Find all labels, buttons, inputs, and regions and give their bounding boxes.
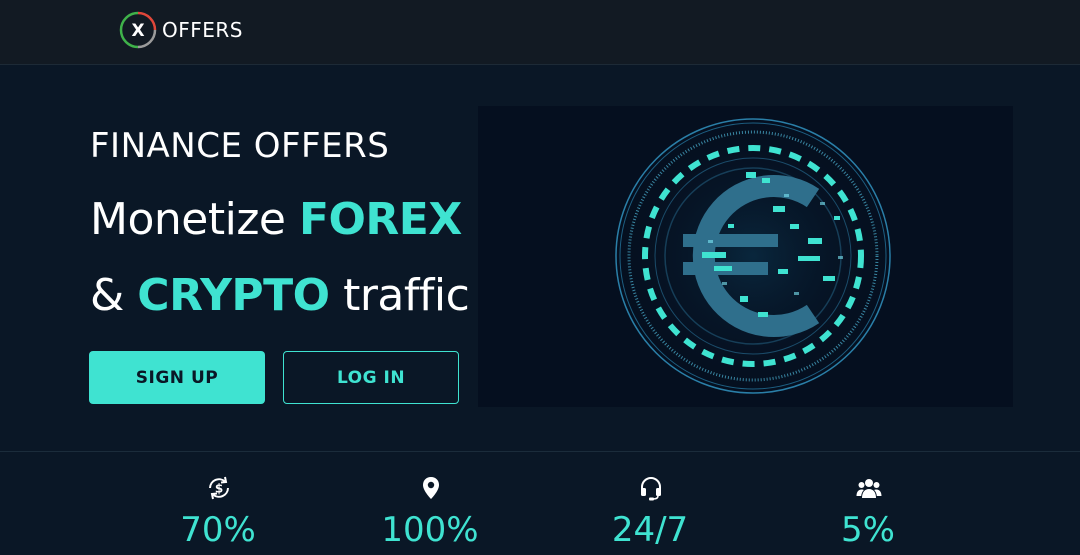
stat-value-support: 24/7: [611, 510, 689, 550]
hero-headline-line1: Monetize FOREX: [90, 194, 462, 245]
headline-traffic: traffic: [329, 270, 470, 321]
dollar-cycle-icon: $: [206, 475, 232, 501]
headline-monetize: Monetize: [90, 194, 299, 245]
hero-eyebrow: FINANCE OFFERS: [90, 126, 390, 166]
headline-crypto: CRYPTO: [137, 270, 330, 321]
headline-ampersand: &: [90, 270, 138, 321]
log-in-button[interactable]: LOG IN: [283, 351, 459, 404]
hero-section: FINANCE OFFERS Monetize FOREX & CRYPTO t…: [0, 66, 1080, 451]
location-pin-icon: [418, 475, 444, 501]
stats-bar: $ 70% 100% 24/7 5%: [0, 452, 1080, 555]
stat-value-geo: 100%: [381, 510, 479, 550]
headset-icon: [638, 475, 664, 501]
top-header: X OFFERS: [0, 0, 1080, 65]
svg-text:$: $: [215, 482, 223, 496]
headline-forex: FOREX: [298, 194, 462, 245]
stat-value-referral: 5%: [841, 510, 895, 550]
brand-logo[interactable]: X OFFERS: [118, 10, 243, 50]
hero-headline-line2: & CRYPTO traffic: [90, 270, 470, 321]
users-group-icon: [856, 475, 882, 501]
sign-up-button[interactable]: SIGN UP: [89, 351, 265, 404]
brand-name: OFFERS: [162, 18, 243, 42]
svg-text:X: X: [131, 21, 144, 41]
stat-value-revshare: 70%: [180, 510, 256, 550]
euro-coin-illustration: [478, 106, 1013, 407]
logo-mark-icon: X: [118, 10, 158, 50]
